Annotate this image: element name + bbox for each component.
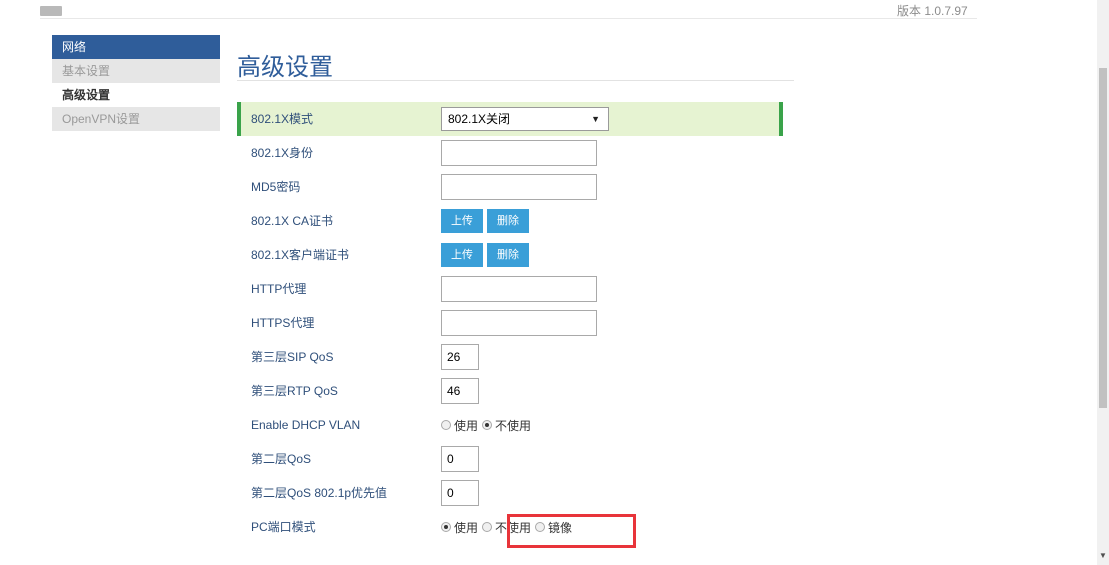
sidebar-section-network[interactable]: 网络 (52, 35, 220, 59)
field-label: 802.1X客户端证书 (251, 248, 350, 262)
field-label: MD5密码 (251, 180, 301, 194)
scroll-down-icon[interactable]: ▼ (1099, 551, 1107, 561)
client-cert-upload-button[interactable]: 上传 (441, 243, 483, 267)
field-label: PC端口模式 (251, 520, 316, 534)
sidebar-item-openvpn-settings[interactable]: OpenVPN设置 (52, 107, 220, 131)
pc-port-not-use-radio[interactable] (482, 522, 493, 532)
l2-qos-8021p-input[interactable]: 0 (441, 480, 479, 506)
field-label: 802.1X身份 (251, 146, 314, 160)
form-row-l2-qos-8021p: 第二层QoS 802.1p优先值 0 (237, 476, 797, 510)
dhcp-vlan-use-radio[interactable] (441, 420, 451, 430)
http-proxy-input[interactable] (441, 276, 597, 302)
https-proxy-input[interactable] (441, 310, 597, 336)
l2-qos-input[interactable]: 0 (441, 446, 479, 472)
l3-sip-qos-input[interactable]: 26 (441, 344, 479, 370)
ca-cert-upload-button[interactable]: 上传 (441, 209, 483, 233)
form-row-l3-sip-qos: 第三层SIP QoS 26 (237, 340, 797, 374)
field-label: 802.1X模式 (251, 112, 314, 126)
l3-rtp-qos-input[interactable]: 46 (441, 378, 479, 404)
vertical-scrollbar[interactable]: ▼ (1097, 0, 1109, 565)
radio-label: 使用 (454, 418, 479, 433)
radio-label: 不使用 (495, 418, 532, 433)
field-label: HTTPS代理 (251, 316, 315, 330)
version-label: 版本 1.0.7.97 (897, 4, 968, 18)
title-divider (237, 80, 794, 81)
form-row-md5-password: MD5密码 (237, 170, 797, 204)
ca-cert-delete-button[interactable]: 删除 (487, 209, 529, 233)
sidebar-item-advanced-settings[interactable]: 高级设置 (52, 83, 220, 107)
field-label: 第三层SIP QoS (251, 350, 334, 364)
select-value: 802.1X关闭 (448, 112, 511, 126)
dhcp-vlan-not-use-radio[interactable] (482, 420, 493, 430)
annotation-highlight-box (507, 514, 636, 548)
field-label: 第二层QoS (251, 452, 312, 466)
field-label: 802.1X CA证书 (251, 214, 334, 228)
field-label: 第三层RTP QoS (251, 384, 338, 398)
sidebar: 网络 基本设置 高级设置 OpenVPN设置 (52, 35, 220, 131)
form-row-http-proxy: HTTP代理 (237, 272, 797, 306)
form-row-l2-qos: 第二层QoS 0 (237, 442, 797, 476)
caret-down-icon: ▼ (591, 114, 600, 124)
field-label: 第二层QoS 802.1p优先值 (251, 486, 388, 500)
scrollbar-thumb[interactable] (1099, 68, 1107, 408)
form-row-8021x-ca-cert: 802.1X CA证书 上传 删除 (237, 204, 797, 238)
field-label: Enable DHCP VLAN (251, 418, 361, 432)
radio-label: 使用 (454, 520, 479, 535)
pc-port-use-radio[interactable] (441, 522, 451, 532)
form-row-8021x-identity: 802.1X身份 (237, 136, 797, 170)
form-row-8021x-client-cert: 802.1X客户端证书 上传 删除 (237, 238, 797, 272)
field-label: HTTP代理 (251, 282, 307, 296)
form-row-8021x-mode: 802.1X模式 802.1X关闭 ▼ (237, 102, 783, 136)
form-row-l3-rtp-qos: 第三层RTP QoS 46 (237, 374, 797, 408)
client-cert-delete-button[interactable]: 删除 (487, 243, 529, 267)
md5-password-input[interactable] (441, 174, 597, 200)
logo-icon (40, 6, 62, 16)
8021x-identity-input[interactable] (441, 140, 597, 166)
form-row-https-proxy: HTTPS代理 (237, 306, 797, 340)
form-row-dhcp-vlan: Enable DHCP VLAN 使用 不使用 (237, 408, 797, 442)
dhcp-vlan-radio-group: 使用 不使用 (441, 417, 535, 434)
settings-form: 802.1X模式 802.1X关闭 ▼ 802.1X身份 MD5密码 802.1… (237, 102, 797, 544)
header-divider (40, 18, 977, 19)
sidebar-item-basic-settings[interactable]: 基本设置 (52, 59, 220, 83)
8021x-mode-select[interactable]: 802.1X关闭 ▼ (441, 107, 609, 131)
